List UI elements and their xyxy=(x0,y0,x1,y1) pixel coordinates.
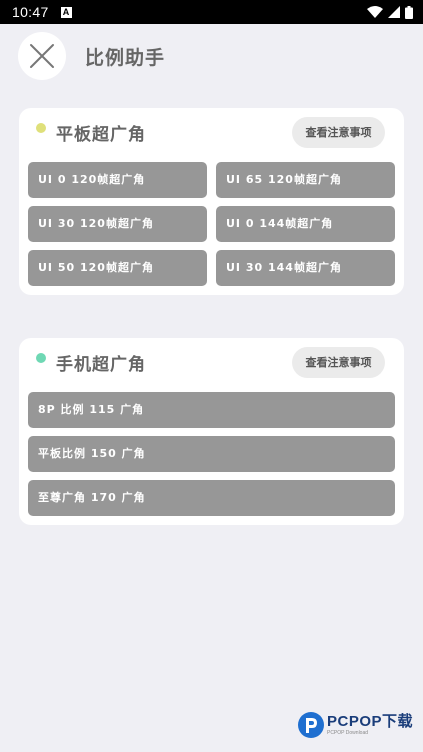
phone-option-button[interactable]: 8P 比例 115 广角 xyxy=(28,392,395,428)
status-icons xyxy=(367,5,413,19)
phone-notice-button[interactable]: 查看注意事项 xyxy=(292,347,385,378)
battery-icon xyxy=(405,5,413,19)
phone-section-dot xyxy=(36,353,46,363)
pcpop-watermark: PCPOP下载 PCPOP Download xyxy=(297,712,413,738)
close-button[interactable] xyxy=(18,32,66,80)
app-header: 比例助手 xyxy=(0,24,423,86)
phone-options-list: 8P 比例 115 广角 平板比例 150 广角 至尊广角 170 广角 xyxy=(28,392,395,516)
watermark-sub: PCPOP Download xyxy=(326,729,369,736)
tablet-option-button[interactable]: UI 30 144帧超广角 xyxy=(216,250,395,286)
phone-section-header: 手机超广角 查看注意事项 xyxy=(19,338,404,388)
watermark-text: PCPOP下载 PCPOP Download xyxy=(326,712,413,737)
tablet-option-button[interactable]: UI 0 120帧超广角 xyxy=(28,162,207,198)
tablet-section-header: 平板超广角 查看注意事项 xyxy=(19,108,404,158)
tablet-option-button[interactable]: UI 65 120帧超广角 xyxy=(216,162,395,198)
phone-section-card: 手机超广角 查看注意事项 8P 比例 115 广角 平板比例 150 广角 至尊… xyxy=(19,338,404,525)
tablet-section-card: 平板超广角 查看注意事项 UI 0 120帧超广角 UI 65 120帧超广角 … xyxy=(19,108,404,295)
tablet-section-title: 平板超广角 xyxy=(56,125,146,145)
pcpop-logo-icon xyxy=(297,712,324,738)
tablet-section-dot xyxy=(36,123,46,133)
signal-icon xyxy=(388,6,400,18)
tablet-option-button[interactable]: UI 50 120帧超广角 xyxy=(28,250,207,286)
close-icon xyxy=(30,44,54,68)
phone-option-button[interactable]: 平板比例 150 广角 xyxy=(28,436,395,472)
tablet-option-button[interactable]: UI 30 120帧超广角 xyxy=(28,206,207,242)
watermark-main: PCPOP下载 xyxy=(326,712,413,730)
status-time: 10:47 xyxy=(12,4,49,20)
notification-a-icon: A xyxy=(60,6,72,18)
status-bar: 10:47 A xyxy=(0,0,423,24)
tablet-option-button[interactable]: UI 0 144帧超广角 xyxy=(216,206,395,242)
wifi-icon xyxy=(367,6,383,18)
phone-section-title: 手机超广角 xyxy=(56,355,146,375)
phone-option-button[interactable]: 至尊广角 170 广角 xyxy=(28,480,395,516)
page-title: 比例助手 xyxy=(85,47,166,69)
tablet-notice-button[interactable]: 查看注意事项 xyxy=(292,117,385,148)
tablet-options-grid: UI 0 120帧超广角 UI 65 120帧超广角 UI 30 120帧超广角… xyxy=(28,162,395,286)
